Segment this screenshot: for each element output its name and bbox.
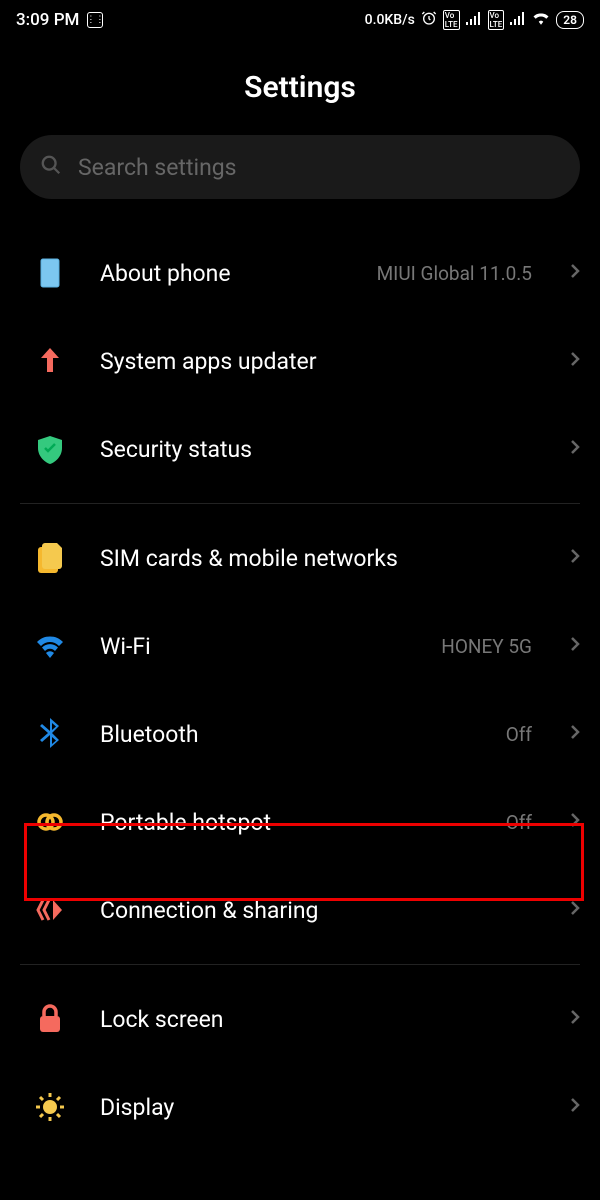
chevron-right-icon bbox=[570, 1009, 580, 1029]
battery-indicator: 28 bbox=[556, 11, 584, 29]
row-label: Display bbox=[100, 1094, 540, 1121]
row-connection-sharing[interactable]: Connection & sharing bbox=[0, 866, 600, 954]
divider bbox=[20, 964, 580, 965]
row-sim[interactable]: SIM cards & mobile networks bbox=[0, 514, 600, 602]
row-label: Wi-Fi bbox=[100, 633, 411, 660]
row-security-status[interactable]: Security status bbox=[0, 405, 600, 493]
bluetooth-icon bbox=[30, 718, 70, 750]
row-label: Security status bbox=[100, 436, 540, 463]
grid-icon: ⋮⋮ bbox=[87, 12, 103, 28]
row-label: Connection & sharing bbox=[100, 897, 540, 924]
update-icon bbox=[30, 346, 70, 376]
page-title: Settings bbox=[0, 70, 600, 105]
hotspot-icon bbox=[30, 810, 70, 834]
row-value: Off bbox=[506, 723, 532, 746]
row-about-phone[interactable]: About phone MIUI Global 11.0.5 bbox=[0, 229, 600, 317]
row-label: Portable hotspot bbox=[100, 809, 476, 836]
row-label: SIM cards & mobile networks bbox=[100, 545, 540, 572]
status-time: 3:09 PM bbox=[16, 10, 79, 30]
chevron-right-icon bbox=[570, 548, 580, 568]
connection-icon bbox=[30, 897, 70, 923]
phone-icon bbox=[30, 258, 70, 288]
chevron-right-icon bbox=[570, 439, 580, 459]
sim-icon bbox=[30, 543, 70, 573]
volte-icon-1: VoLTE bbox=[443, 10, 460, 30]
signal-icon-2 bbox=[510, 11, 526, 29]
wifi-icon bbox=[30, 634, 70, 658]
row-value: MIUI Global 11.0.5 bbox=[377, 262, 532, 285]
chevron-right-icon bbox=[570, 1097, 580, 1117]
row-lock-screen[interactable]: Lock screen bbox=[0, 975, 600, 1063]
row-system-updater[interactable]: System apps updater bbox=[0, 317, 600, 405]
chevron-right-icon bbox=[570, 724, 580, 744]
shield-icon bbox=[30, 434, 70, 464]
chevron-right-icon bbox=[570, 900, 580, 920]
status-bar: 3:09 PM ⋮⋮ 0.0KB/s VoLTE VoLTE 28 bbox=[0, 0, 600, 40]
lock-icon bbox=[30, 1004, 70, 1034]
volte-icon-2: VoLTE bbox=[488, 10, 505, 30]
brightness-icon bbox=[30, 1092, 70, 1122]
divider bbox=[20, 503, 580, 504]
signal-icon-1 bbox=[466, 11, 482, 29]
data-rate: 0.0KB/s bbox=[365, 12, 415, 28]
search-placeholder: Search settings bbox=[78, 154, 237, 181]
row-label: About phone bbox=[100, 260, 347, 287]
row-hotspot[interactable]: Portable hotspot Off bbox=[0, 778, 600, 866]
alarm-icon bbox=[421, 10, 437, 30]
wifi-icon bbox=[532, 11, 550, 29]
row-wifi[interactable]: Wi-Fi HONEY 5G bbox=[0, 602, 600, 690]
search-input[interactable]: Search settings bbox=[20, 135, 580, 199]
search-icon bbox=[40, 154, 62, 180]
row-bluetooth[interactable]: Bluetooth Off bbox=[0, 690, 600, 778]
chevron-right-icon bbox=[570, 351, 580, 371]
chevron-right-icon bbox=[570, 263, 580, 283]
row-label: Bluetooth bbox=[100, 721, 476, 748]
row-display[interactable]: Display bbox=[0, 1063, 600, 1151]
row-label: Lock screen bbox=[100, 1006, 540, 1033]
chevron-right-icon bbox=[570, 812, 580, 832]
row-label: System apps updater bbox=[100, 348, 540, 375]
row-value: Off bbox=[506, 811, 532, 834]
row-value: HONEY 5G bbox=[441, 635, 532, 658]
chevron-right-icon bbox=[570, 636, 580, 656]
